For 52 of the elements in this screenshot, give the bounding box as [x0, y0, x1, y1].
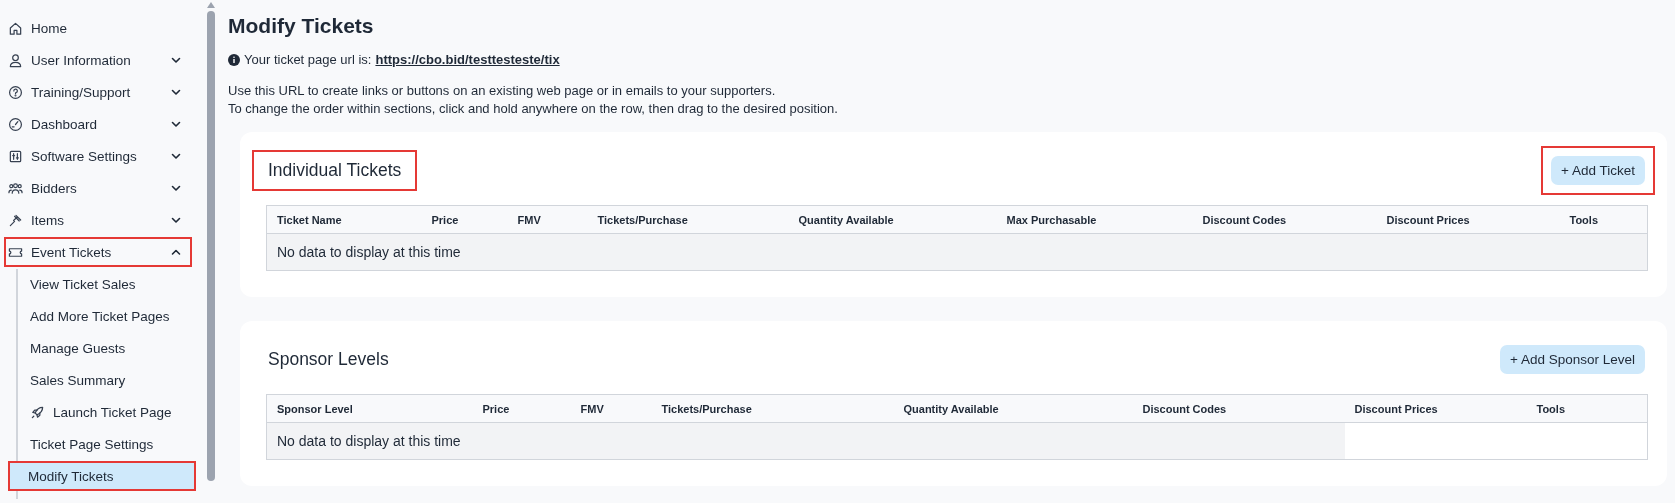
- column-header: Tickets/Purchase: [587, 205, 789, 234]
- sidebar-item[interactable]: Dashboard: [4, 109, 192, 139]
- empty-message: No data to display at this time: [266, 422, 1345, 460]
- home-icon: [8, 20, 23, 36]
- sidebar-item[interactable]: Bidders: [4, 173, 192, 203]
- column-header: Tools: [1559, 205, 1648, 234]
- column-header: Discount Codes: [1192, 205, 1377, 234]
- column-header: Tools: [1526, 394, 1648, 423]
- column-header: Price: [472, 394, 571, 423]
- column-header: Quantity Available: [788, 205, 997, 234]
- sidebar-subitem[interactable]: Manage Guests: [18, 333, 196, 363]
- sidebar-item[interactable]: Home: [4, 13, 192, 43]
- sidebar-item[interactable]: Software Settings: [4, 141, 192, 171]
- help-icon: [8, 84, 23, 100]
- sidebar-item[interactable]: User Information: [4, 45, 192, 75]
- instruction-text: Use this URL to create links or buttons on an existing web page or in emails to your supporters.: [228, 82, 777, 100]
- sidebar-subitem[interactable]: Ticket Page Settings: [18, 429, 196, 459]
- user-icon: [8, 52, 23, 68]
- sidebar-subitem[interactable]: View Ticket Sales: [18, 269, 196, 299]
- column-header: Ticket Name: [266, 205, 422, 234]
- column-header: FMV: [570, 394, 652, 423]
- people-icon: [8, 180, 23, 196]
- sidebar-item[interactable]: Event Tickets: [4, 237, 192, 267]
- gauge-icon: [8, 116, 23, 132]
- gavel-icon: [8, 212, 23, 228]
- column-header: Price: [421, 205, 508, 234]
- page-title: Modify Tickets: [228, 14, 375, 38]
- empty-message: No data to display at this time: [266, 233, 1648, 271]
- section-title: Sponsor Levels: [267, 348, 390, 371]
- sidebar-subitem[interactable]: Launch Ticket Page: [18, 397, 196, 427]
- column-header: Discount Prices: [1376, 205, 1560, 234]
- sidebar-subitem[interactable]: Sales Summary: [18, 365, 196, 395]
- column-header: Discount Codes: [1132, 394, 1345, 423]
- info-icon: [228, 53, 240, 66]
- sidebar-subitem[interactable]: Add More Ticket Pages: [18, 301, 196, 331]
- scrollbar-thumb[interactable]: [207, 11, 215, 481]
- column-header: Sponsor Level: [266, 394, 473, 423]
- sidebar-subitem[interactable]: Modify Tickets: [8, 461, 196, 491]
- url-label: Your ticket page url is:: [244, 52, 372, 67]
- sidebar-item[interactable]: Training/Support: [4, 77, 192, 107]
- sliders-icon: [8, 148, 23, 164]
- column-header: Max Purchasable: [996, 205, 1193, 234]
- column-header: Quantity Available: [893, 394, 1133, 423]
- column-header: Discount Prices: [1344, 394, 1527, 423]
- ticket-page-link[interactable]: https://cbo.bid/testtesteste/tix: [375, 52, 560, 67]
- add-button[interactable]: + Add Sponsor Level: [1500, 345, 1645, 374]
- column-header: Tickets/Purchase: [651, 394, 894, 423]
- column-header: FMV: [507, 205, 588, 234]
- sidebar-item[interactable]: Items: [4, 205, 192, 235]
- section-title: Individual Tickets: [252, 150, 418, 191]
- instruction-text: To change the order within sections, click and hold anywhere on the row, then drag to the desired position.: [228, 100, 839, 118]
- add-button[interactable]: + Add Ticket: [1551, 156, 1645, 185]
